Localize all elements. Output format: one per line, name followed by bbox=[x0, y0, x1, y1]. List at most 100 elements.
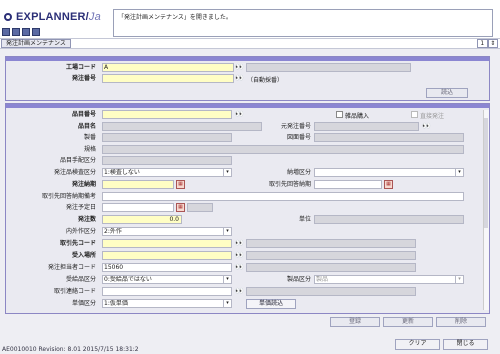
receive-label: 受入場所 bbox=[71, 252, 96, 259]
qty-field[interactable]: 0.0 bbox=[102, 215, 182, 224]
product-div-label: 製品区分 bbox=[286, 276, 311, 283]
price-label: 単価区分 bbox=[71, 300, 96, 307]
chevron-down-icon[interactable]: ▾ bbox=[223, 276, 231, 283]
menu-icon[interactable] bbox=[12, 28, 20, 36]
order-no-field[interactable] bbox=[102, 74, 234, 83]
staff-name-field bbox=[246, 263, 416, 272]
binoculars-icon[interactable]: 👀 bbox=[235, 287, 244, 295]
price-value: 1:仮単価 bbox=[104, 300, 128, 307]
orig-order-field bbox=[314, 122, 419, 131]
paid-select[interactable]: 0:受給品ではない ▾ bbox=[102, 275, 232, 284]
item-no-label: 品目番号 bbox=[71, 111, 96, 118]
manufacturer-label: 製番 bbox=[83, 134, 96, 141]
inout-label: 内外作区分 bbox=[65, 228, 96, 235]
register-button[interactable]: 登録 bbox=[330, 317, 380, 327]
product-div-select[interactable]: 製品 ▾ bbox=[314, 275, 464, 284]
toolbar bbox=[2, 28, 40, 37]
chevron-down-icon[interactable]: ▾ bbox=[223, 300, 231, 307]
tab-order-plan[interactable]: 発注計画メンテナンス bbox=[1, 39, 71, 48]
binoculars-icon[interactable]: 👀 bbox=[235, 251, 244, 259]
home-icon[interactable] bbox=[2, 28, 10, 36]
arrangement-label: 品目手配区分 bbox=[59, 157, 96, 164]
order-date-extra bbox=[187, 203, 213, 212]
receive-name-field bbox=[246, 251, 416, 260]
paid-value: 0:受給品ではない bbox=[104, 276, 152, 283]
supplier-reply-field[interactable] bbox=[314, 180, 382, 189]
staff-label: 発注担当者コード bbox=[47, 264, 96, 271]
contact-label: 取引連絡コード bbox=[53, 288, 96, 295]
scrollbar-thumb[interactable] bbox=[484, 118, 488, 228]
inspect-value: 1:検査しない bbox=[104, 169, 140, 176]
price-select[interactable]: 1:仮単価 ▾ bbox=[102, 299, 232, 308]
update-button[interactable]: 更新 bbox=[383, 317, 433, 327]
order-date-label: 発注予定日 bbox=[65, 204, 96, 211]
chevron-down-icon[interactable]: ▾ bbox=[223, 169, 231, 176]
detail-panel: 品目番号 👀 雑品購入 直接発注 品目名 元発注番号 👀 製番 図面番号 規格 … bbox=[5, 103, 490, 314]
supplier-field[interactable] bbox=[102, 239, 232, 248]
item-no-field[interactable] bbox=[102, 110, 232, 119]
screen-tab-bar bbox=[0, 38, 500, 49]
remarks-label: 取引先回答納期備考 bbox=[41, 193, 96, 200]
chevron-down-icon[interactable]: ▾ bbox=[223, 228, 231, 235]
spec-field bbox=[102, 145, 464, 154]
calendar-icon[interactable]: ▦ bbox=[176, 203, 185, 212]
binoculars-icon[interactable]: 👀 bbox=[235, 110, 244, 118]
calendar-icon[interactable]: ▦ bbox=[384, 180, 393, 189]
inspect-select[interactable]: 1:検査しない ▾ bbox=[102, 168, 232, 177]
clear-button[interactable]: クリア bbox=[395, 339, 440, 350]
panel-band bbox=[6, 104, 489, 108]
delivery-div-select[interactable]: ▾ bbox=[314, 168, 464, 177]
binoculars-icon[interactable]: 👀 bbox=[235, 74, 244, 82]
factory-code-field[interactable]: A bbox=[102, 63, 234, 72]
unit-field bbox=[314, 215, 464, 224]
inspect-label: 発注品検査区分 bbox=[53, 169, 96, 176]
misc-purchase-label: 雑品購入 bbox=[345, 113, 370, 120]
inout-value: 2:外作 bbox=[104, 228, 122, 235]
supplier-name-field bbox=[246, 239, 416, 248]
binoculars-icon[interactable]: 👀 bbox=[235, 239, 244, 247]
panel-band bbox=[6, 57, 489, 61]
drawing-field bbox=[314, 133, 464, 142]
inout-select[interactable]: 2:外作 ▾ bbox=[102, 227, 232, 236]
delivery-div-label: 納増区分 bbox=[286, 169, 311, 176]
message-box: 「発注計画メンテナンス」を開きました。 bbox=[113, 9, 493, 37]
read-button[interactable]: 読込 bbox=[426, 88, 468, 98]
order-date-field[interactable] bbox=[102, 203, 174, 212]
arrangement-field bbox=[102, 156, 232, 165]
factory-code-label: 工場コード bbox=[65, 64, 96, 71]
item-name-label: 品目名 bbox=[77, 123, 96, 130]
close-icon[interactable] bbox=[32, 28, 40, 36]
supplier-reply-label: 取引先回答納期 bbox=[268, 181, 311, 188]
contact-field[interactable] bbox=[102, 287, 232, 296]
staff-field[interactable]: 15060 bbox=[102, 263, 232, 272]
calendar-icon[interactable]: ▦ bbox=[176, 180, 185, 189]
search-panel: 工場コード A 👀 発注番号 👀 （自動採番） 読込 bbox=[5, 56, 490, 101]
manufacturer-field bbox=[102, 133, 232, 142]
direct-order-checkbox bbox=[411, 111, 418, 118]
delivery-field[interactable] bbox=[102, 180, 174, 189]
misc-purchase-checkbox[interactable] bbox=[336, 111, 343, 118]
close-button[interactable]: 閉じる bbox=[443, 339, 488, 350]
chevron-down-icon[interactable]: ▾ bbox=[455, 169, 463, 176]
product-div-value: 製品 bbox=[316, 276, 329, 283]
contact-name-field bbox=[246, 287, 416, 296]
page-value: 1 bbox=[477, 39, 488, 48]
factory-name-field bbox=[246, 63, 411, 72]
app-logo: EXPLANNER/Ja bbox=[3, 11, 101, 23]
pin-icon[interactable] bbox=[22, 28, 30, 36]
price-read-button[interactable]: 単価読込 bbox=[246, 299, 296, 309]
binoculars-icon[interactable]: 👀 bbox=[422, 122, 431, 130]
drawing-label: 図面番号 bbox=[286, 134, 311, 141]
binoculars-icon[interactable]: 👀 bbox=[235, 63, 244, 71]
page-stepper[interactable]: 1 ⇕ bbox=[477, 39, 498, 48]
app-title-suffix: Ja bbox=[88, 11, 101, 23]
stepper-arrows-icon[interactable]: ⇕ bbox=[487, 39, 498, 48]
receive-field[interactable] bbox=[102, 251, 232, 260]
delivery-label: 発注納期 bbox=[71, 181, 96, 188]
order-no-label: 発注番号 bbox=[71, 75, 96, 82]
delete-button[interactable]: 削除 bbox=[436, 317, 486, 327]
remarks-field[interactable] bbox=[102, 192, 464, 201]
binoculars-icon[interactable]: 👀 bbox=[235, 263, 244, 271]
status-text: AE0010010 Revision: 8.01 2015/7/15 18:31… bbox=[2, 346, 139, 353]
chevron-down-icon[interactable]: ▾ bbox=[455, 276, 463, 283]
